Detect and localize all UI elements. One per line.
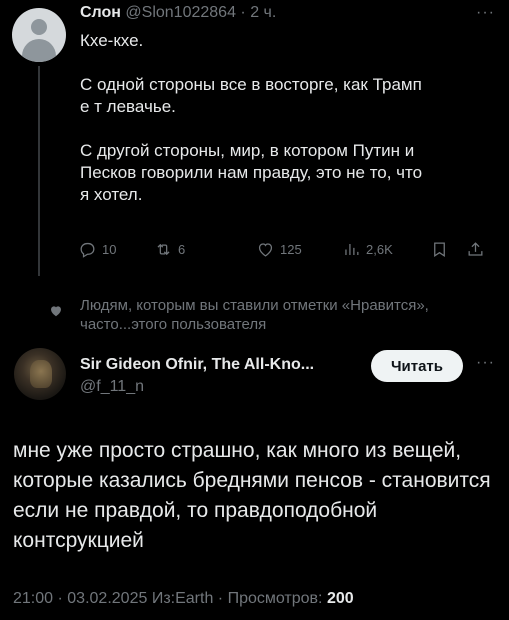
author-handle[interactable]: @Slon1022864 <box>125 4 236 21</box>
tweet-main[interactable]: Слон @Slon1022864 · 2 ч. ··· Кхе-кхе. С … <box>0 0 509 280</box>
tweet-date[interactable]: 03.02.2025 <box>67 590 147 607</box>
share-icon <box>468 242 483 256</box>
more-options-icon[interactable]: ··· <box>476 354 495 372</box>
tweet-footer: 21:00 · 03.02.2025 Из:Earth · Просмотров… <box>13 590 354 608</box>
tweet-paragraph: С другой стороны, мир, в котором Путин и… <box>80 141 423 204</box>
author-handle[interactable]: @f_11_n <box>80 378 144 396</box>
liked-users-notice: Людям, которым вы ставили отметки «Нрави… <box>0 296 509 336</box>
author-name[interactable]: Sir Gideon Ofnir, The All-Kno... <box>80 356 314 374</box>
follow-button[interactable]: Читать <box>371 350 463 382</box>
bookmark-button[interactable] <box>430 240 449 259</box>
tweet-text: мне уже просто страшно, как много из вещ… <box>13 439 491 552</box>
tweet-paragraph: Кхе-кхе. <box>80 31 144 50</box>
share-button[interactable] <box>466 240 485 259</box>
views-count: 200 <box>326 590 354 607</box>
avatar-body-shape <box>22 39 56 62</box>
tweet-header: Слон @Slon1022864 · 2 ч. <box>80 4 276 22</box>
views-label: Просмотров: <box>227 590 323 607</box>
repost-count: 6 <box>178 242 186 257</box>
repost-button[interactable]: 6 <box>154 240 185 259</box>
author-name[interactable]: Слон <box>80 4 121 21</box>
notice-text: Людям, которым вы ставили отметки «Нрави… <box>80 297 429 333</box>
reply-count: 10 <box>102 242 117 257</box>
quoted-tweet[interactable]: Sir Gideon Ofnir, The All-Kno... @f_11_n… <box>0 340 509 620</box>
views-count: 2,6K <box>366 242 393 257</box>
avatar-figure <box>30 360 52 388</box>
tweet-time[interactable]: · 2 ч. <box>240 4 276 21</box>
reply-button[interactable]: 10 <box>78 240 116 259</box>
reply-icon <box>80 242 95 258</box>
thread-line <box>38 66 40 276</box>
tweet-time[interactable]: 21:00 <box>13 590 53 607</box>
separator: · <box>57 590 63 607</box>
bookmark-icon <box>434 242 445 258</box>
avatar[interactable] <box>14 348 66 400</box>
more-options-icon[interactable]: ··· <box>476 4 495 22</box>
heart-icon <box>49 304 63 318</box>
like-button[interactable]: 125 <box>256 240 302 259</box>
tweet-paragraph: С одной стороны все в восторге, как Трам… <box>80 75 422 116</box>
analytics-icon <box>345 243 359 256</box>
source-label: Из:Earth <box>151 590 214 607</box>
views-button[interactable]: 2,6K <box>342 240 393 259</box>
avatar[interactable] <box>12 8 66 62</box>
separator: · <box>217 590 224 607</box>
avatar-head-shape <box>31 19 47 35</box>
tweet-text: Кхе-кхе. С одной стороны все в восторге,… <box>80 30 490 228</box>
tweet-actions: 10 6 125 2,6K <box>78 240 498 262</box>
repost-icon <box>157 243 170 256</box>
like-count: 125 <box>280 242 302 257</box>
heart-icon <box>258 243 273 257</box>
